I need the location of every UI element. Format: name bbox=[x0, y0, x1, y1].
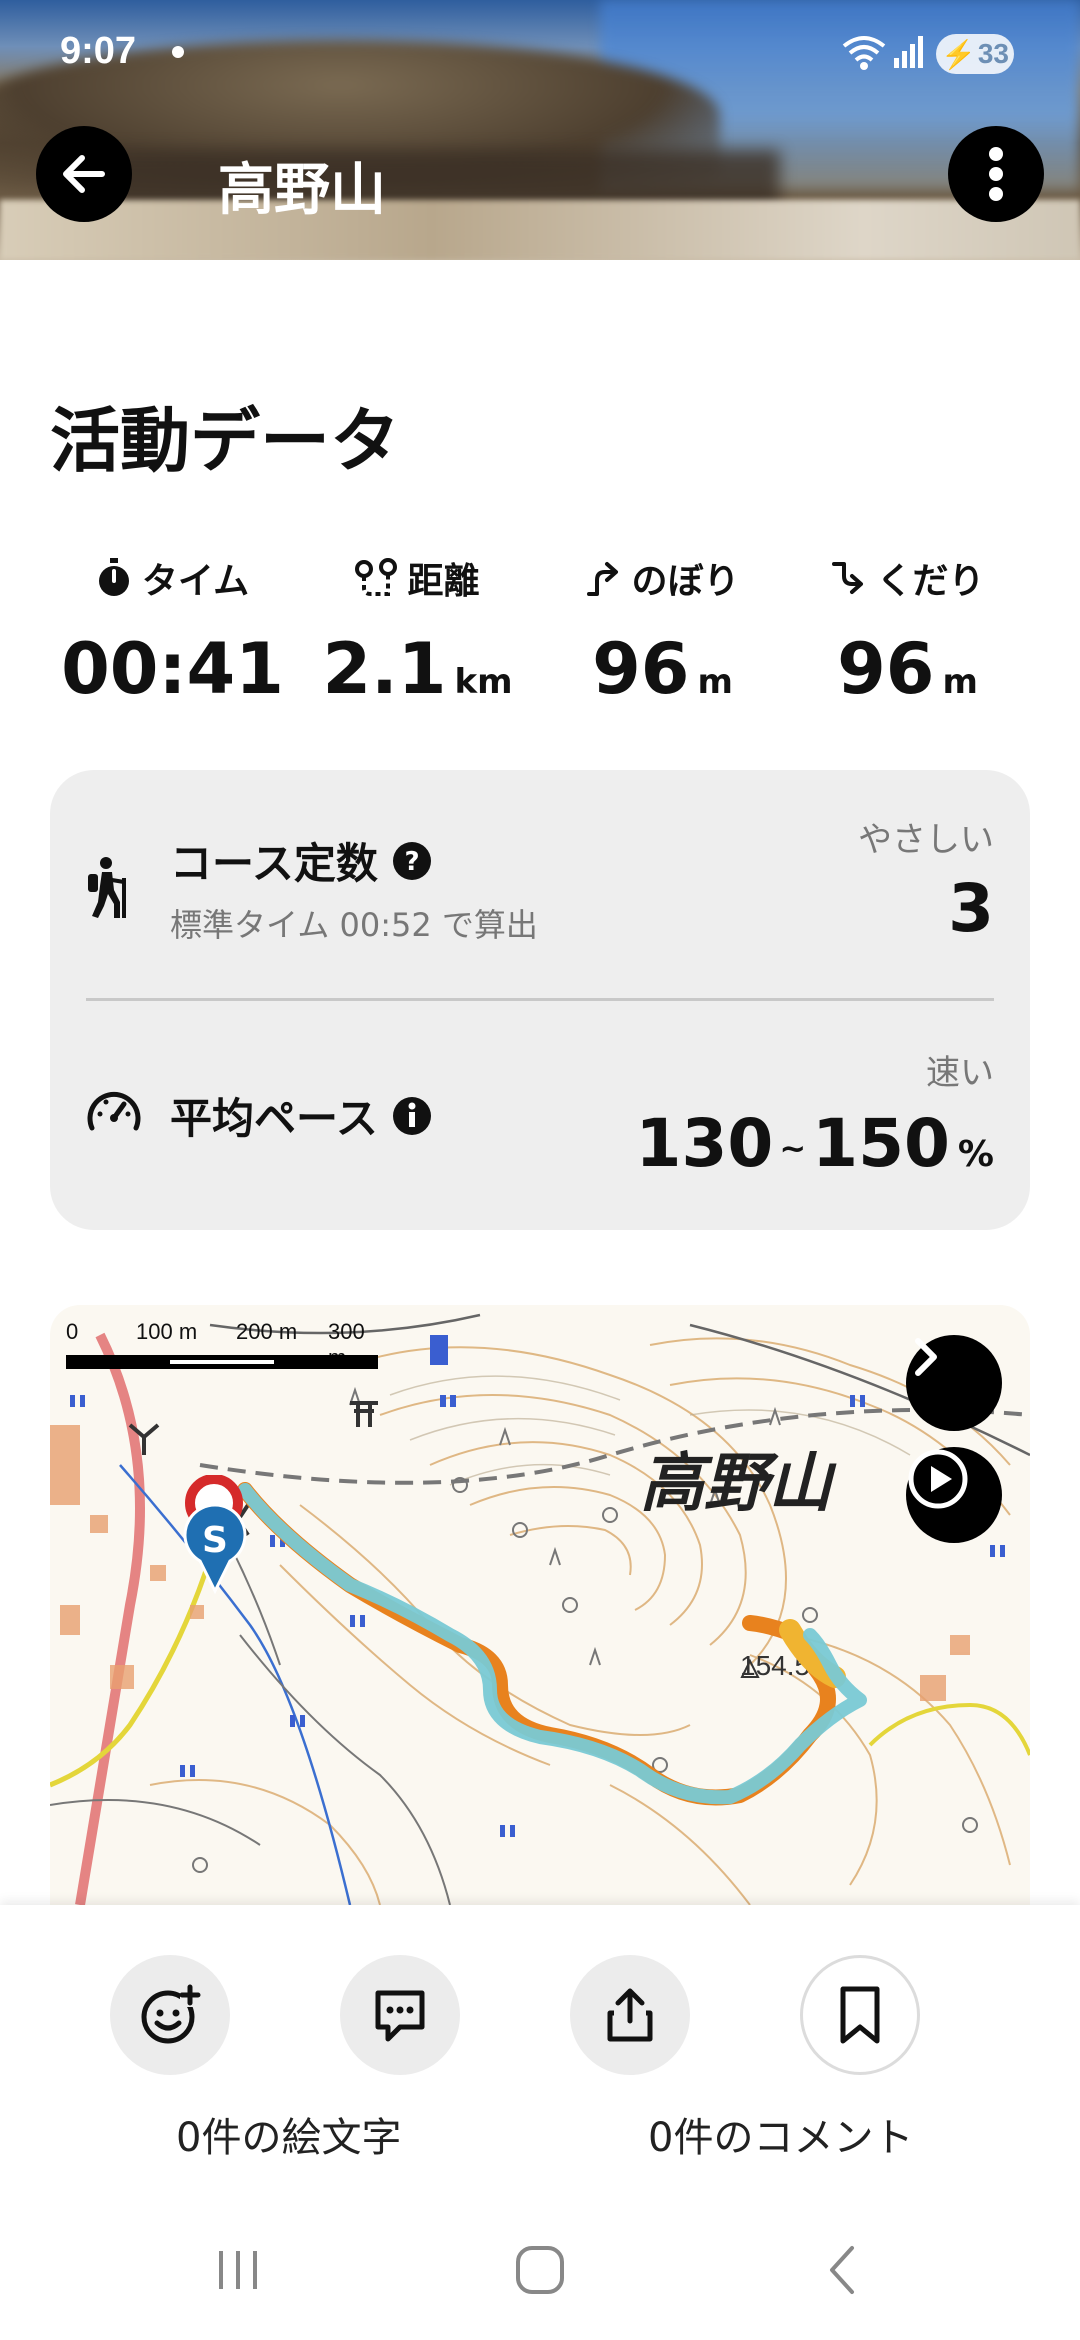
stat-distance: 距離 2.1 km bbox=[295, 550, 540, 710]
pace-unit: % bbox=[957, 1134, 994, 1175]
battery-level: 33 bbox=[977, 38, 1010, 69]
emoji-add-icon bbox=[141, 1984, 202, 2044]
route-icon bbox=[355, 558, 398, 596]
stat-value: 00:41 bbox=[61, 628, 284, 710]
info-icon[interactable] bbox=[392, 1096, 432, 1136]
stat-label: 距離 bbox=[407, 561, 480, 602]
map-replay-button[interactable] bbox=[906, 1447, 1002, 1543]
home-button[interactable] bbox=[500, 2235, 580, 2305]
pace-range: 130 ~150% bbox=[636, 1105, 994, 1182]
ascent-icon bbox=[587, 562, 619, 596]
card-divider bbox=[86, 998, 994, 1001]
chevron-right-icon bbox=[915, 1338, 937, 1376]
standard-time-note: 標準タイム 00:52 で算出 bbox=[170, 906, 538, 944]
map-expand-button[interactable] bbox=[906, 1335, 1002, 1431]
stat-ascent: のぼり 96 m bbox=[540, 550, 785, 710]
course-constant-text: コース定数 bbox=[170, 839, 378, 888]
course-constant-label: コース定数 ? bbox=[170, 830, 432, 891]
stat-label: くだり bbox=[876, 561, 985, 602]
page-title: 高野山 bbox=[218, 158, 386, 223]
stat-unit: m bbox=[942, 662, 978, 702]
map-place-label: 高野山 bbox=[640, 1446, 837, 1521]
status-bar: 9:07 ⚡ 33 bbox=[0, 0, 1080, 110]
difficulty-rating: やさしい bbox=[858, 820, 994, 860]
recent-apps-button[interactable] bbox=[198, 2235, 278, 2305]
stat-unit: m bbox=[697, 662, 733, 702]
pace-tilde: ~ bbox=[779, 1128, 807, 1167]
pace-to: 150 bbox=[812, 1105, 950, 1182]
bookmark-button[interactable] bbox=[800, 1955, 920, 2075]
stat-label: タイム bbox=[141, 561, 250, 602]
emoji-count: 0件の絵文字 bbox=[176, 2115, 402, 2161]
start-marker-label: S bbox=[202, 1520, 228, 1561]
route-map[interactable]: 高野山 154.5 0 100 m 200 m 300 m S bbox=[50, 1305, 1030, 1905]
help-icon[interactable]: ? bbox=[392, 841, 432, 881]
pace-rating: 速い bbox=[926, 1053, 994, 1093]
arrow-left-icon bbox=[63, 155, 105, 193]
svg-text:?: ? bbox=[404, 847, 419, 877]
course-constant-value: 3 bbox=[948, 870, 994, 947]
stat-descent: くだり 96 m bbox=[785, 550, 1030, 710]
hiker-icon bbox=[88, 857, 126, 918]
wifi-icon bbox=[842, 36, 886, 70]
bookmark-icon bbox=[840, 1986, 880, 2044]
scale-label: 100 m bbox=[136, 1319, 198, 1344]
stat-value: 96 bbox=[592, 628, 690, 710]
stat-time: タイム 00:41 bbox=[50, 550, 295, 710]
recent-apps-icon bbox=[219, 2251, 257, 2289]
action-bar: 0件の絵文字 0件のコメント bbox=[0, 1905, 1080, 2195]
pace-from: 130 bbox=[635, 1105, 774, 1182]
more-options-button[interactable] bbox=[948, 126, 1044, 222]
share-button[interactable] bbox=[570, 1955, 690, 2075]
descent-icon bbox=[832, 562, 864, 594]
system-navigation-bar bbox=[0, 2195, 1080, 2340]
activity-stats: タイム 00:41 距離 2.1 km のぼり 96 m くだり 96 m bbox=[50, 550, 1030, 720]
comment-count: 0件のコメント bbox=[648, 2115, 914, 2161]
battery-indicator: ⚡ 33 bbox=[936, 34, 1014, 74]
stat-unit: km bbox=[454, 662, 513, 702]
back-button[interactable] bbox=[36, 126, 132, 222]
comment-button[interactable] bbox=[340, 1955, 460, 2075]
section-title: 活動データ bbox=[50, 400, 400, 482]
status-time: 9:07 bbox=[60, 30, 137, 72]
share-icon bbox=[607, 1988, 653, 2042]
more-vertical-icon bbox=[989, 147, 1003, 201]
play-circle-icon bbox=[908, 1449, 968, 1509]
charging-icon: ⚡ bbox=[940, 38, 976, 70]
scale-label: 200 m bbox=[236, 1319, 298, 1344]
course-summary-card: コース定数 ? 標準タイム 00:52 で算出 やさしい 3 平均ペース 速い … bbox=[50, 770, 1030, 1230]
comment-icon bbox=[375, 1990, 425, 2042]
notification-dot bbox=[172, 46, 184, 58]
home-icon bbox=[516, 2246, 564, 2294]
average-pace-text: 平均ペース bbox=[170, 1094, 378, 1143]
back-nav-button[interactable] bbox=[802, 2235, 882, 2305]
stat-value: 2.1 bbox=[322, 628, 447, 710]
chevron-left-icon bbox=[830, 2246, 854, 2294]
stopwatch-icon bbox=[98, 558, 129, 596]
speedometer-icon bbox=[87, 1091, 141, 1131]
start-marker-icon: S bbox=[183, 1505, 247, 1595]
map-scale-bar: 0 100 m 200 m 300 m bbox=[66, 1319, 386, 1399]
signal-icon bbox=[894, 36, 923, 68]
stat-label: のぼり bbox=[631, 561, 740, 602]
scale-label: 0 bbox=[66, 1319, 79, 1344]
stat-value: 96 bbox=[837, 628, 935, 710]
average-pace-label: 平均ペース bbox=[170, 1085, 432, 1146]
add-emoji-button[interactable] bbox=[110, 1955, 230, 2075]
